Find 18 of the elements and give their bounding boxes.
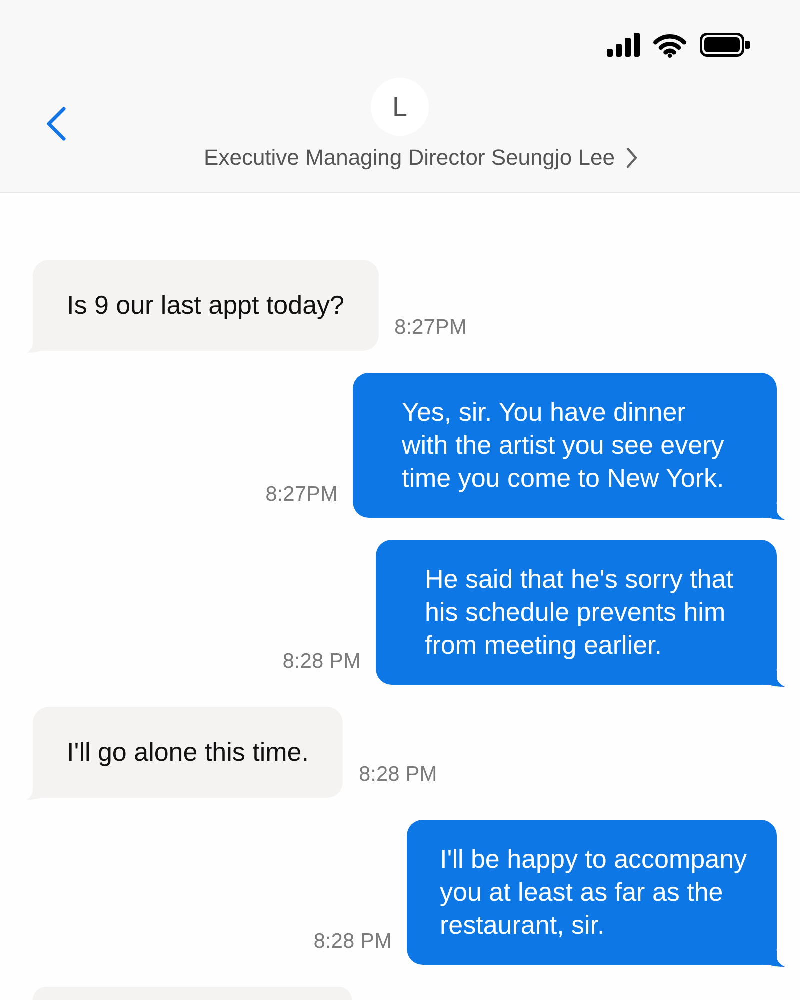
message-text: I'll be happy to accompany you at least as far as the restaurant, sir.: [440, 843, 748, 942]
message-text: I'll go alone this time.: [67, 736, 309, 769]
timestamp: 8:28 PM: [358, 764, 438, 786]
message-text: Is 9 our last appt today?: [67, 289, 345, 322]
battery-icon: [700, 33, 750, 57]
wifi-icon: [652, 32, 688, 58]
timestamp: 8:28 PM: [282, 651, 361, 673]
timestamp: 8:28 PM: [314, 931, 392, 953]
back-chevron-icon: [45, 107, 67, 141]
timestamp: 8:27PM: [266, 484, 338, 506]
avatar: L: [370, 78, 429, 136]
message-text: Yes, sir. You have dinner with the artist you see every time you come to New York.: [402, 396, 726, 495]
timestamp: 8:27PM: [394, 317, 467, 339]
signal-icon: [607, 33, 640, 57]
back-button[interactable]: [44, 107, 68, 141]
chevron-right-icon: [626, 147, 638, 169]
contact-name-button[interactable]: Executive Managing Director Seungjo Lee: [162, 146, 638, 170]
message-text: He said that he's sorry that his schedule prevents him from meeting earlier.: [425, 563, 734, 662]
